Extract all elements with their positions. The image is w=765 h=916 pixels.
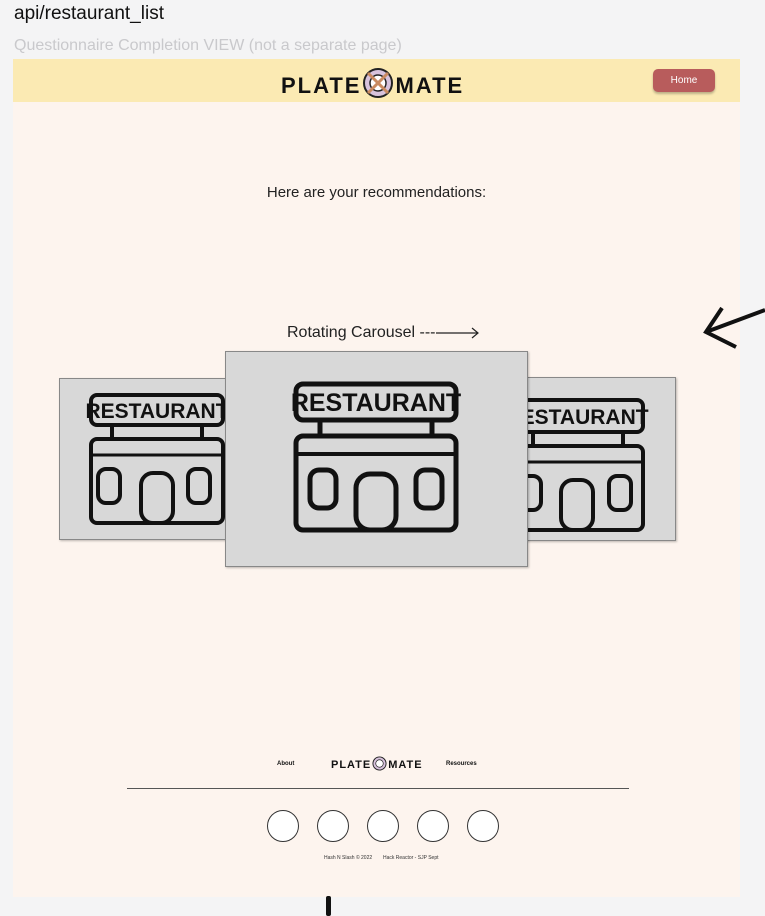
footer-credit: Hack Reactor - SJP Sept [383,855,439,861]
footer-divider [127,788,629,789]
footer-platemate-logo: PLATE MATE [331,756,423,774]
logo-text-left: PLATE [331,759,372,771]
logo-text-left: PLATE [281,73,362,98]
annotation-mark [326,896,331,916]
restaurant-sign-text: RESTAURANT [519,406,649,429]
home-button[interactable]: Home [653,69,715,92]
avatar-icon[interactable] [267,810,299,842]
arrow-right-icon [435,327,479,339]
logo-text-right: MATE [388,759,423,771]
plate-icon [372,756,387,774]
footer-copyright: Hash N Slash © 2022 [324,855,373,861]
footer-about-link[interactable]: About [277,761,294,767]
annotation-arrow-icon [703,306,765,349]
top-header: PLATE MATE Home [13,59,740,102]
logo-text-right: MATE [395,73,465,98]
team-avatars [267,810,499,842]
carousel-card-right[interactable]: RESTAURANT [518,377,676,541]
platemate-logo[interactable]: PLATE MATE [281,67,464,105]
plate-icon [362,67,394,105]
restaurant-sign-text: RESTAURANT [291,389,461,417]
footer-resources-link[interactable]: Resources [446,761,477,767]
restaurant-sign-text: RESTAURANT [85,400,227,423]
page-artboard: PLATE MATE Home Here are your recommenda… [13,59,740,897]
carousel-card-left[interactable]: RESTAURANT [59,378,228,540]
avatar-icon[interactable] [317,810,349,842]
avatar-icon[interactable] [367,810,399,842]
frame-title: api/restaurant_list [14,3,164,24]
avatar-icon[interactable] [467,810,499,842]
avatar-icon[interactable] [417,810,449,842]
recommendations-heading: Here are your recommendations: [266,184,487,201]
carousel-note-label: Rotating Carousel --- [287,324,436,341]
carousel-note: Rotating Carousel --- [287,324,480,342]
carousel-card-center[interactable]: RESTAURANT [225,351,528,567]
frame-subtitle: Questionnaire Completion VIEW (not a sep… [14,37,402,54]
